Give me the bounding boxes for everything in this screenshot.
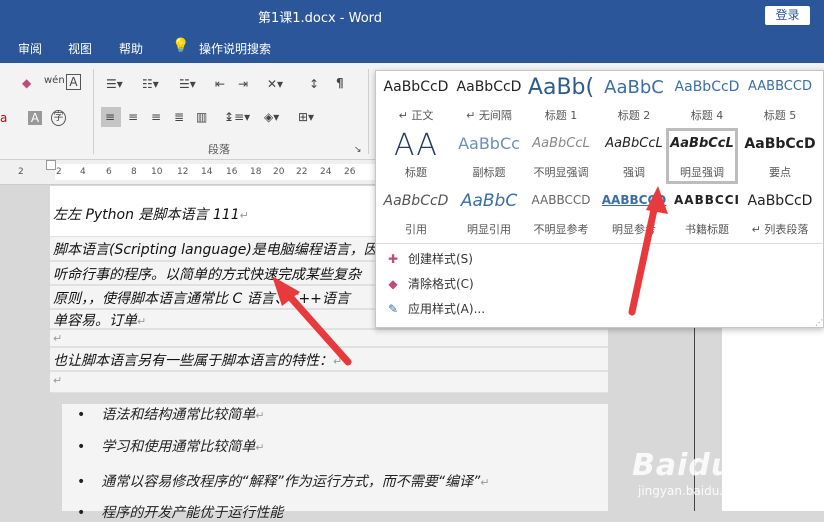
red-arrow-to-paragraph bbox=[272, 276, 352, 366]
annotation-overlay bbox=[272, 186, 668, 366]
red-arrow-to-intense-emphasis bbox=[628, 186, 668, 316]
baidu-watermark: Baidu经验 jingyan.baidu.com bbox=[632, 440, 822, 510]
watermark-url: jingyan.baidu.com bbox=[638, 484, 749, 498]
watermark-brand: Baidu经验 bbox=[632, 448, 796, 483]
